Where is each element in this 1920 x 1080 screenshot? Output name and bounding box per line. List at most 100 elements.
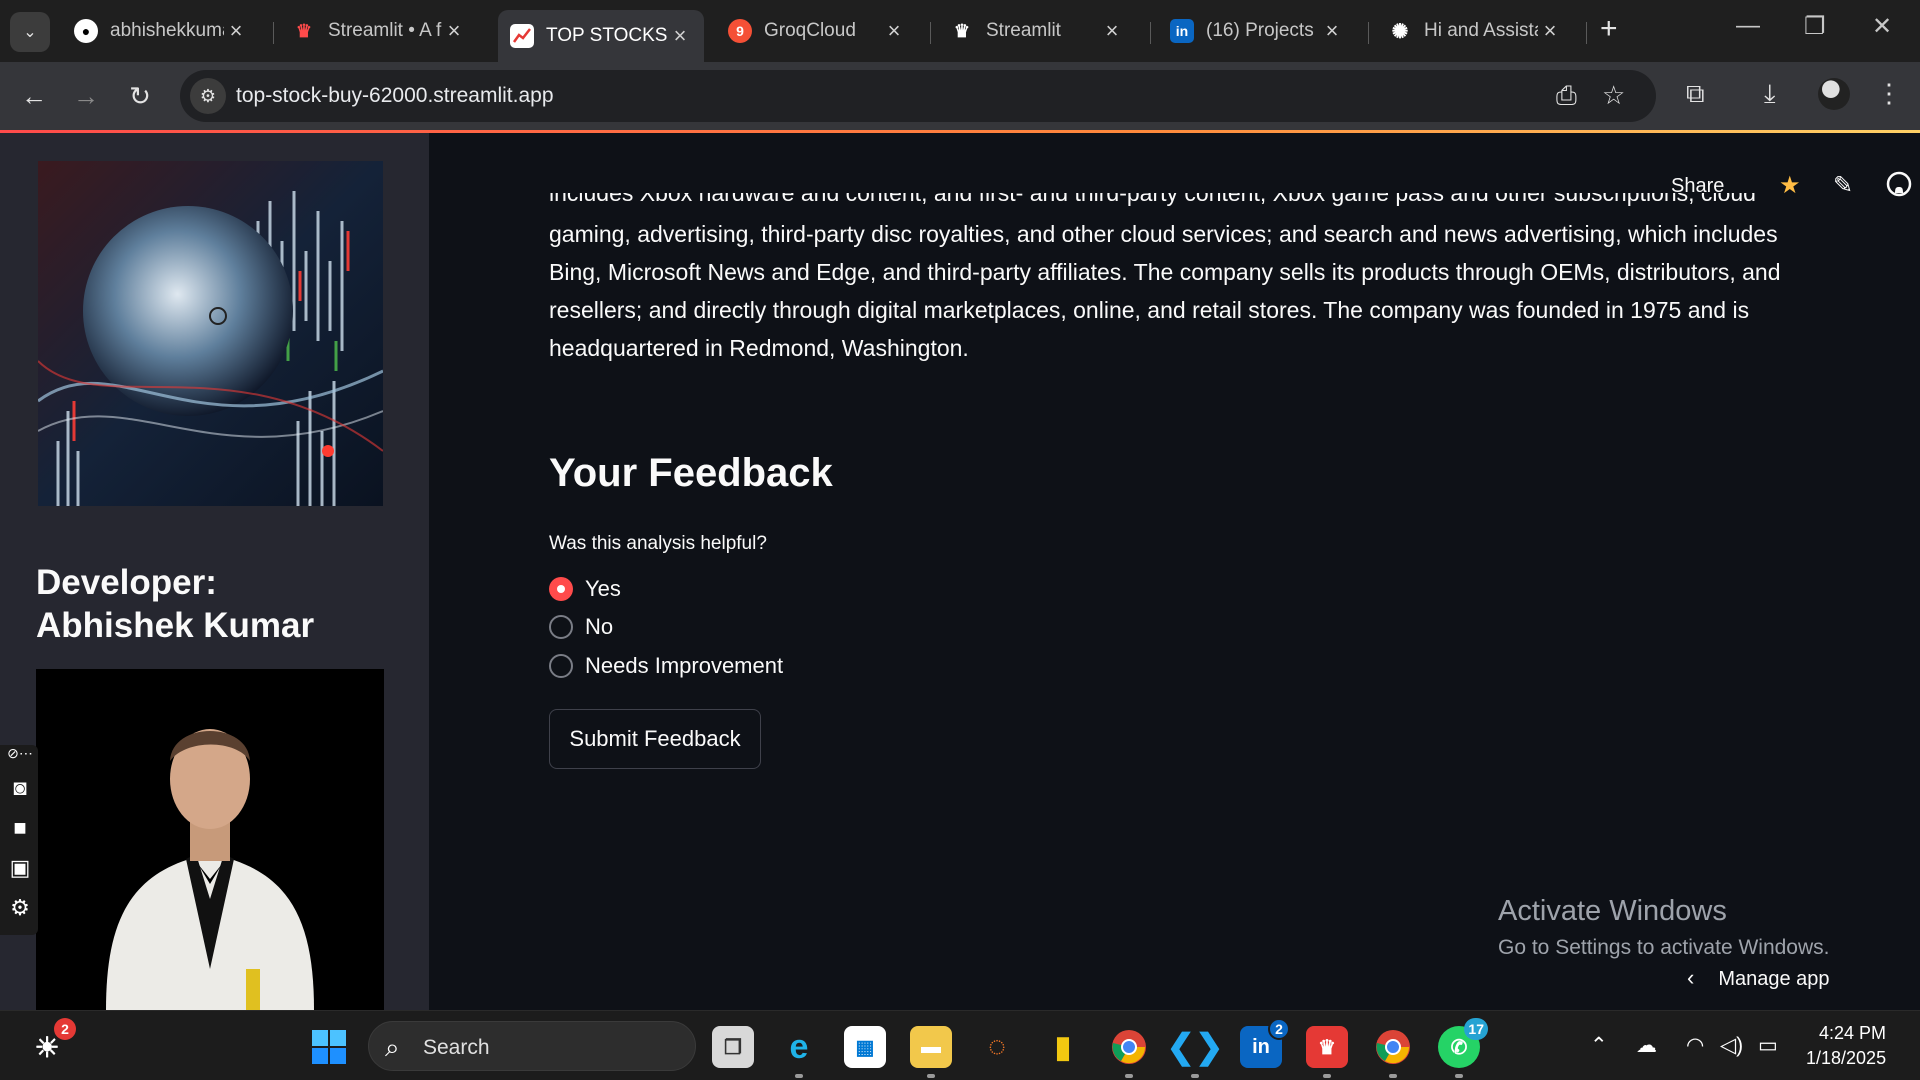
tab-streamlit-forum[interactable]: ♛ Streamlit • A f × [280, 8, 478, 54]
radio-button-selected[interactable] [549, 577, 573, 601]
windows-taskbar: ☀ 2 ⌕ Search ❐ e ▦ ▬ ◌ ▮ ❮❯ in 2 ♛ ✆ 17 … [0, 1010, 1920, 1080]
close-icon[interactable]: × [1538, 18, 1562, 44]
radio-label: Yes [585, 576, 621, 601]
tab-streamlit[interactable]: ♛ Streamlit × [938, 8, 1136, 54]
close-icon[interactable]: × [1320, 18, 1344, 44]
battery-icon[interactable]: ▭ [1758, 1033, 1778, 1058]
tab-groqcloud[interactable]: 9 GroqCloud × [716, 8, 918, 54]
tab-separator [1150, 22, 1151, 44]
tab-label: Hi and Assista [1424, 20, 1538, 41]
clock-date: 1/18/2025 [1806, 1048, 1887, 1068]
description-line: headquartered in Redmond, Washington. [549, 335, 969, 361]
groq-icon: 9 [728, 19, 752, 43]
site-info-icon[interactable]: ⚙ [190, 78, 226, 114]
extensions-icon[interactable]: ⧉ [1686, 78, 1705, 110]
close-icon[interactable]: × [224, 18, 248, 44]
task-view-icon[interactable]: ❐ [712, 1026, 754, 1068]
forward-button[interactable]: → [66, 76, 106, 116]
tab-separator [1586, 22, 1587, 44]
edge-icon[interactable]: e [778, 1026, 820, 1078]
close-icon[interactable]: × [442, 18, 466, 44]
stock-globe-image [38, 161, 383, 506]
radio-option-yes[interactable]: Yes [549, 573, 621, 605]
developer-photo [36, 669, 384, 1010]
reload-button[interactable]: ↻ [120, 76, 160, 116]
feedback-question: Was this analysis helpful? [549, 533, 767, 554]
edit-pencil-icon[interactable]: ✎ [1833, 171, 1853, 200]
notification-badge: 2 [1268, 1018, 1290, 1040]
github-icon: ● [74, 19, 98, 43]
close-icon[interactable]: × [882, 18, 906, 44]
linkedin-app-icon[interactable]: in 2 [1240, 1018, 1290, 1068]
onedrive-error-icon[interactable]: ☁ [1636, 1033, 1657, 1058]
kebab-menu-icon[interactable]: ⋮ [1876, 78, 1902, 109]
jupyter-icon[interactable]: ◌ [976, 1026, 1018, 1068]
close-icon[interactable]: × [1100, 18, 1124, 44]
new-tab-button[interactable]: + [1600, 14, 1618, 44]
reload-icon: ↻ [129, 80, 151, 111]
minimize-button[interactable]: — [1736, 12, 1760, 40]
radio-option-needs-improvement[interactable]: Needs Improvement [549, 650, 783, 682]
store-icon[interactable]: ▦ [844, 1026, 886, 1068]
github-icon[interactable] [1886, 171, 1912, 204]
tab-separator [930, 22, 931, 44]
tab-search-button[interactable]: ⌄ [10, 12, 50, 52]
close-window-button[interactable]: ✕ [1872, 12, 1892, 41]
camera-icon[interactable]: ◙ [6, 775, 34, 803]
tab-top-stocks[interactable]: TOP STOCKS F × [498, 10, 704, 62]
search-icon: ⌕ [385, 1032, 400, 1062]
tab-chatgpt[interactable]: ✺ Hi and Assista × [1376, 8, 1574, 54]
activate-windows-watermark: Activate Windows Go to Settings to activ… [1498, 895, 1830, 960]
streamlit-app-icon[interactable]: ♛ [1306, 1026, 1348, 1078]
whatsapp-icon[interactable]: ✆ 17 [1438, 1018, 1488, 1078]
profile-avatar[interactable] [1818, 78, 1850, 110]
activate-title: Activate Windows [1498, 895, 1727, 927]
tab-linkedin[interactable]: in (16) Projects | × [1158, 8, 1356, 54]
volume-icon[interactable]: ◁) [1720, 1033, 1743, 1058]
restore-button[interactable]: ❐ [1804, 12, 1826, 41]
plus-icon: + [1600, 12, 1618, 45]
radio-option-no[interactable]: No [549, 611, 613, 643]
chevron-up-icon[interactable]: ⌃ [1590, 1033, 1608, 1058]
chart-icon [510, 24, 534, 48]
file-explorer-icon[interactable]: ▬ [910, 1026, 952, 1078]
address-bar[interactable]: ⚙ top-stock-buy-62000.streamlit.app ⎙ ☆ [180, 70, 1656, 122]
description-line: resellers; and directly through digital … [549, 297, 1750, 323]
start-button[interactable] [308, 1026, 350, 1068]
tab-label: abhishekkuma [110, 20, 224, 41]
install-app-icon[interactable]: ⎙ [1556, 80, 1577, 112]
tab-label: Streamlit [986, 20, 1061, 41]
bookmark-star-icon[interactable]: ☆ [1602, 80, 1625, 111]
back-button[interactable]: ← [14, 76, 54, 116]
notification-badge: 17 [1464, 1018, 1488, 1040]
power-bi-icon[interactable]: ▮ [1042, 1026, 1084, 1068]
video-icon[interactable]: ■ [6, 815, 34, 843]
windows-logo-icon [312, 1030, 346, 1064]
chrome-profile-icon[interactable] [1372, 1026, 1414, 1078]
download-icon[interactable]: ⤓ [1764, 78, 1776, 110]
more-icon[interactable]: ⊘⋯ [6, 745, 34, 773]
browser-toolbar: ← → ↻ ⚙ top-stock-buy-62000.streamlit.ap… [0, 62, 1920, 130]
radio-button[interactable] [549, 654, 573, 678]
vscode-icon[interactable]: ❮❯ [1167, 1026, 1224, 1078]
submit-feedback-button[interactable]: Submit Feedback [549, 709, 761, 769]
tab-separator [1368, 22, 1369, 44]
tab-label: (16) Projects | [1206, 20, 1320, 41]
linkedin-icon: in [1170, 19, 1194, 43]
radio-label: No [585, 614, 614, 639]
window-icon[interactable]: ▣ [6, 855, 34, 883]
manage-app-button[interactable]: ‹ Manage app [1687, 965, 1830, 991]
notification-badge: 2 [54, 1018, 76, 1040]
radio-button[interactable] [549, 615, 573, 639]
system-clock[interactable]: 4:24 PM 1/18/2025 [1806, 1021, 1886, 1071]
url-text[interactable]: top-stock-buy-62000.streamlit.app [236, 84, 554, 108]
wifi-icon[interactable]: ◠ [1686, 1033, 1704, 1058]
close-icon[interactable]: × [668, 23, 692, 49]
company-description: includes Xbox hardware and content, and … [549, 193, 1799, 367]
weather-widget[interactable]: ☀ 2 [26, 1018, 76, 1068]
taskbar-search[interactable]: ⌕ Search [368, 1021, 696, 1071]
recording-toolbar: ⊘⋯ ◙ ■ ▣ ⚙ [0, 745, 38, 935]
chrome-icon[interactable] [1108, 1026, 1150, 1078]
tab-github[interactable]: ● abhishekkuma × [62, 8, 260, 54]
gear-icon[interactable]: ⚙ [6, 895, 34, 923]
